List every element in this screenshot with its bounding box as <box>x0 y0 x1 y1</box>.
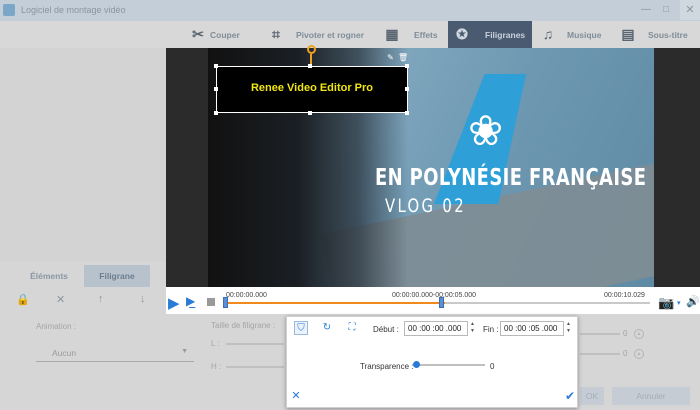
tab-watermark[interactable]: Filigrane <box>84 265 150 287</box>
animation-label: Animation : <box>36 322 77 331</box>
tab-label: Sous-titre <box>648 30 688 40</box>
tab-elements[interactable]: Éléments <box>14 265 84 287</box>
end-marker[interactable] <box>439 297 444 308</box>
tab-effets[interactable]: ▦ Effets <box>384 21 446 48</box>
edit-watermark-icon[interactable]: ✎ <box>386 53 395 62</box>
tab-label: Pivoter et rogner <box>296 30 365 40</box>
debut-input[interactable]: 00 :00 :00 .000 <box>404 321 468 336</box>
rotate-handle[interactable] <box>307 45 316 54</box>
tab-musique[interactable]: ♫ Musique <box>540 21 614 48</box>
tab-label: Effets <box>414 30 438 40</box>
resize-handle[interactable] <box>214 87 218 91</box>
fin-input[interactable]: 00 :00 :05 .000 <box>500 321 564 336</box>
tab-label: Musique <box>567 30 602 40</box>
rotate-icon[interactable]: ↻ <box>320 321 334 335</box>
close-button[interactable]: ✕ <box>680 0 700 20</box>
window-title: Logiciel de montage vidéo <box>21 5 126 15</box>
flower-logo: ❀ <box>468 107 504 154</box>
resize-handle[interactable] <box>405 64 409 68</box>
chevron-down-icon: ▼ <box>181 348 188 355</box>
watermark-icon[interactable]: ⛉ <box>294 321 308 335</box>
animation-select[interactable]: Aucun ▼ <box>36 344 194 362</box>
delete-icon[interactable]: ✕ <box>56 293 65 306</box>
ok-button[interactable]: OK <box>580 387 604 405</box>
crop-rotate-icon: ⌗ <box>272 26 280 42</box>
resize-handle[interactable] <box>308 64 312 68</box>
music-icon: ♫ <box>542 26 554 42</box>
transparence-thumb[interactable] <box>413 361 420 368</box>
time-range: 00:00:00.000-00:00:05.000 <box>392 292 477 299</box>
tab-label: Couper <box>210 30 240 40</box>
chevron-down-icon[interactable]: ▾ <box>677 299 681 307</box>
tab-sous-titre[interactable]: ▤ Sous-titre <box>620 21 700 48</box>
fin-label: Fin : <box>483 325 499 334</box>
play-segment-icon[interactable]: ▶̲ <box>186 294 195 308</box>
tab-label: Filigranes <box>485 30 526 40</box>
minimize-button[interactable]: — <box>638 3 654 17</box>
resize-handle[interactable] <box>214 64 218 68</box>
delete-watermark-icon[interactable]: 🗑 <box>398 53 408 62</box>
resize-handle[interactable] <box>405 87 409 91</box>
title-bar: Logiciel de montage vidéo — □ ✕ <box>0 0 700 21</box>
transparence-value: 0 <box>490 362 495 371</box>
time-start: 00:00:00.000 <box>226 292 267 299</box>
watermark-film-icon: ✪ <box>456 26 468 42</box>
scissors-icon: ✂ <box>192 26 204 42</box>
debut-spinner-icon[interactable]: ▲ ▼ <box>469 321 476 336</box>
left-panel <box>0 48 166 262</box>
video-subtitle: VLOG 02 <box>385 195 466 217</box>
play-icon[interactable]: ▶ <box>168 294 180 312</box>
resize-handle[interactable] <box>308 111 312 115</box>
value-1: 0 <box>623 329 628 338</box>
start-marker[interactable] <box>223 297 228 308</box>
debut-label: Début : <box>373 325 399 334</box>
tab-bar: ✂ Couper ⌗ Pivoter et rogner ▦ Effets ✪ … <box>0 21 700 48</box>
confirm-check-icon[interactable]: ✔ <box>563 389 577 403</box>
height-slider[interactable] <box>226 366 284 368</box>
width-slider[interactable] <box>226 343 284 345</box>
effects-icon: ▦ <box>385 26 399 42</box>
resize-handle[interactable] <box>405 111 409 115</box>
value-2: 0 <box>623 349 628 358</box>
spin-icon[interactable]: ▴ <box>634 329 644 339</box>
time-end: 00:00:10.029 <box>604 292 645 299</box>
resize-handle[interactable] <box>214 111 218 115</box>
animation-value: Aucun <box>52 348 77 358</box>
transparence-label: Transparence : <box>360 362 414 371</box>
spin-icon[interactable]: ▴ <box>634 349 644 359</box>
video-title: EN POLYNÉSIE FRANÇAISE <box>375 165 647 191</box>
restore-button[interactable]: □ <box>658 3 674 17</box>
volume-icon[interactable]: 🔊 <box>686 295 700 308</box>
width-label: L : <box>211 339 220 348</box>
subtitle-icon: ▤ <box>621 26 635 42</box>
move-down-icon[interactable]: ↓ <box>140 293 146 305</box>
watermark-time-popup: ⛉ ↻ ⛶ Début : 00 :00 :00 .000 ▲ ▼ Fin : 0… <box>286 316 578 408</box>
height-label: H : <box>211 362 222 371</box>
camera-icon[interactable]: 📷 <box>658 295 674 311</box>
size-label: Taille de filigrane : <box>211 321 276 330</box>
tab-couper[interactable]: ✂ Couper <box>190 21 266 48</box>
close-icon[interactable]: ✕ <box>289 389 303 403</box>
cancel-button[interactable]: Annuler <box>612 387 690 405</box>
tab-pivoter-rogner[interactable]: ⌗ Pivoter et rogner <box>268 21 376 48</box>
stop-icon[interactable] <box>207 298 215 306</box>
tab-filigranes[interactable]: ✪ Filigranes <box>448 21 532 48</box>
app-icon <box>3 4 15 16</box>
move-up-icon[interactable]: ↑ <box>98 293 104 305</box>
lock-icon[interactable]: 🔒 <box>16 293 30 306</box>
transparence-slider[interactable] <box>415 364 485 366</box>
fin-spinner-icon[interactable]: ▲ ▼ <box>565 321 572 336</box>
watermark-text[interactable]: Renee Video Editor Pro <box>216 82 408 94</box>
timeline-selection <box>225 302 445 304</box>
fit-icon[interactable]: ⛶ <box>345 321 359 335</box>
